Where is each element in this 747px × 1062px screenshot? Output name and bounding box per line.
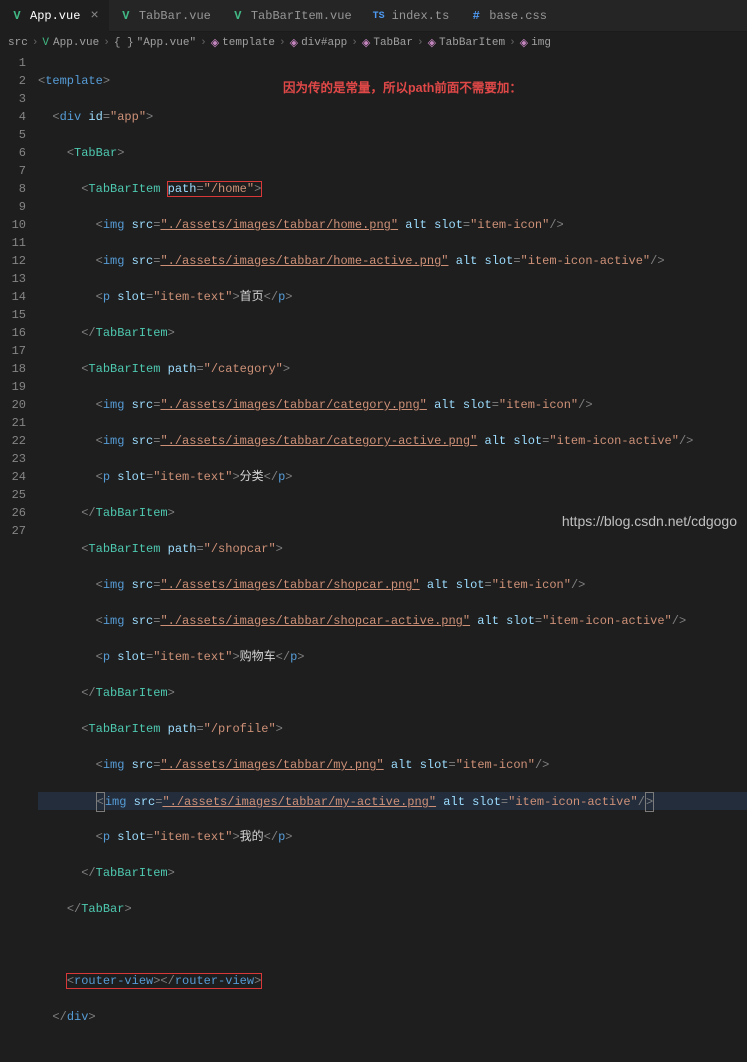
tab-label: index.ts xyxy=(392,9,450,23)
breadcrumb-item[interactable]: img xyxy=(531,37,551,49)
breadcrumb-item[interactable]: TabBar xyxy=(373,37,413,49)
tab-base-css[interactable]: # base.css xyxy=(459,0,557,32)
tab-label: TabBarItem.vue xyxy=(251,9,352,23)
code-area[interactable]: <template> <div id="app"> <TabBar> <TabB… xyxy=(38,54,747,1062)
cube-icon: ◈ xyxy=(428,36,436,50)
tab-app-vue[interactable]: V App.vue × xyxy=(0,0,109,32)
vue-icon: V xyxy=(119,9,133,23)
watermark: https://blog.csdn.net/cdgogo xyxy=(562,513,737,529)
tab-tabbar-vue[interactable]: V TabBar.vue xyxy=(109,0,221,32)
line-gutter: 1234567891011121314151617181920212223242… xyxy=(0,54,38,1062)
code-editor[interactable]: 1234567891011121314151617181920212223242… xyxy=(0,54,747,1062)
tab-label: App.vue xyxy=(30,9,80,23)
editor-tabs: V App.vue × V TabBar.vue V TabBarItem.vu… xyxy=(0,0,747,32)
css-icon: # xyxy=(469,9,483,23)
tab-label: TabBar.vue xyxy=(139,9,211,23)
tab-tabbaritem-vue[interactable]: V TabBarItem.vue xyxy=(221,0,362,32)
vue-icon: V xyxy=(10,9,24,23)
breadcrumb-item[interactable]: template xyxy=(222,37,275,49)
close-icon[interactable]: × xyxy=(90,8,98,24)
breadcrumb-item[interactable]: TabBarItem xyxy=(439,37,505,49)
tab-index-ts[interactable]: TS index.ts xyxy=(362,0,460,32)
breadcrumb-item[interactable]: div#app xyxy=(301,37,347,49)
cube-icon: ◈ xyxy=(290,36,298,50)
breadcrumb-item[interactable]: "App.vue" xyxy=(137,37,196,49)
vue-icon: V xyxy=(231,9,245,23)
breadcrumb-item[interactable]: App.vue xyxy=(53,37,99,49)
annotation-text: 因为传的是常量，所以path前面不需要加： xyxy=(283,77,522,96)
cube-icon: ◈ xyxy=(520,36,528,50)
braces-icon: { } xyxy=(114,37,134,49)
breadcrumb-item[interactable]: src xyxy=(8,37,28,49)
cube-icon: ◈ xyxy=(362,36,370,50)
vue-icon: V xyxy=(42,37,49,49)
breadcrumb: src› VApp.vue› { }"App.vue"› ◈template› … xyxy=(0,32,747,54)
ts-icon: TS xyxy=(372,9,386,23)
tab-label: base.css xyxy=(489,9,547,23)
cube-icon: ◈ xyxy=(211,36,219,50)
